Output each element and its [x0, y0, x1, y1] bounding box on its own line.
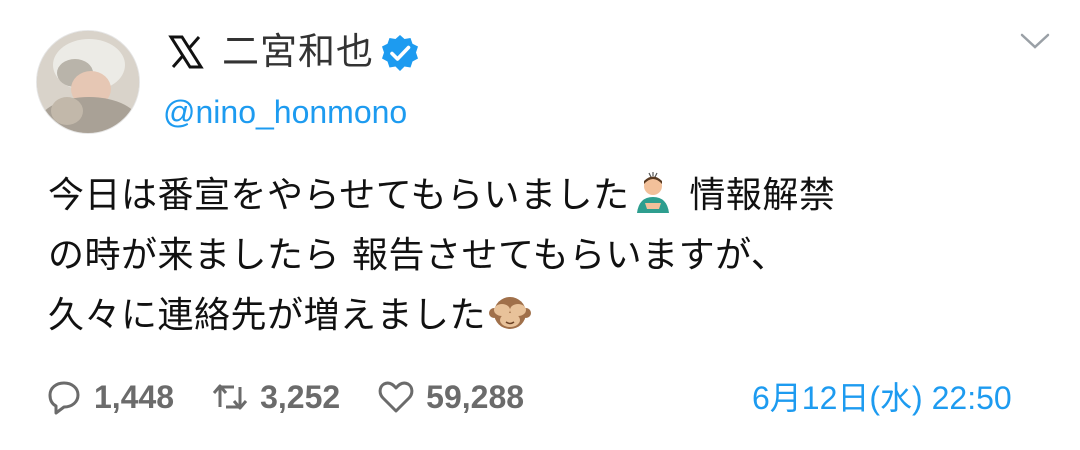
see-no-evil-monkey-emoji — [489, 297, 532, 329]
tweet-actions: 1,448 3,252 59,288 — [44, 372, 560, 422]
handle[interactable]: @nino_honmono — [163, 92, 407, 132]
x-logo-icon — [168, 35, 204, 69]
person-bowing-emoji — [637, 172, 670, 213]
tweet-text: 今日は番宣をやらせてもらいました 情報解禁 の時が来ましたら 報告させてもらいま… — [48, 166, 1048, 346]
heart-icon — [378, 381, 414, 413]
tweet-line: 今日は番宣をやらせてもらいました 情報解禁 — [48, 166, 1048, 226]
like-button[interactable]: 59,288 — [376, 377, 524, 417]
verified-badge-icon — [382, 35, 418, 71]
retweet-button[interactable]: 3,252 — [210, 377, 340, 417]
retweet-icon — [212, 384, 248, 410]
display-name[interactable]: 二宮和也 — [222, 30, 374, 74]
reply-count: 1,448 — [94, 378, 175, 415]
reply-icon — [48, 381, 80, 415]
reply-button[interactable]: 1,448 — [44, 377, 174, 417]
chevron-down-icon[interactable] — [1018, 30, 1052, 52]
timestamp[interactable]: 6月12日(水) 22:50 — [752, 376, 1012, 420]
avatar[interactable] — [36, 30, 140, 134]
tweet-line: の時が来ましたら 報告させてもらいますが、 — [48, 235, 788, 276]
like-count: 59,288 — [426, 378, 525, 415]
tweet-line: 久々に連絡先が増えました — [48, 286, 1048, 346]
retweet-count: 3,252 — [260, 378, 341, 415]
